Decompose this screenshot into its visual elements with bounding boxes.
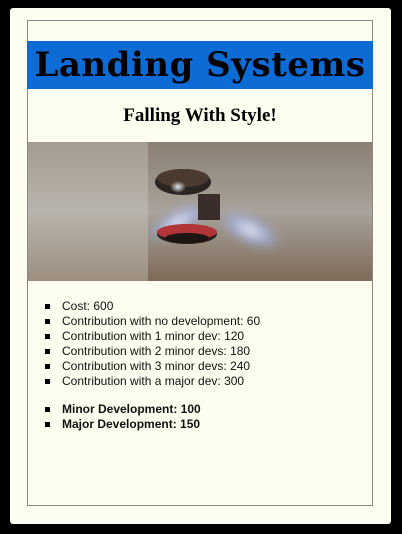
list-item-text: Minor Development: 100 <box>62 402 201 416</box>
bullet-icon <box>45 349 50 354</box>
list-item-text: Contribution with 2 minor devs: 180 <box>62 344 251 358</box>
bullet-icon <box>45 304 50 309</box>
bullet-icon <box>45 334 50 339</box>
list-item-text: Contribution with 3 minor devs: 240 <box>62 359 251 373</box>
list-item-text: Cost: 600 <box>62 299 114 313</box>
development-list: Minor Development: 100 Major Development… <box>42 402 201 432</box>
list-item: Contribution with 2 minor devs: 180 <box>42 344 260 359</box>
list-item-text: Contribution with no development: 60 <box>62 314 261 328</box>
list-item: Contribution with no development: 60 <box>42 314 260 329</box>
ceiling-fan-photo <box>28 142 372 281</box>
bullet-icon <box>45 422 50 427</box>
list-item: Cost: 600 <box>42 299 260 314</box>
stats-list: Cost: 600 Contribution with no developme… <box>42 299 260 389</box>
list-item-text: Major Development: 150 <box>62 417 201 431</box>
bullet-icon <box>45 379 50 384</box>
bullet-icon <box>45 407 50 412</box>
list-item: Contribution with 3 minor devs: 240 <box>42 359 260 374</box>
list-item: Contribution with a major dev: 300 <box>42 374 260 389</box>
list-item: Minor Development: 100 <box>42 402 201 417</box>
card: Landing Systems Falling With Style! Cost… <box>10 8 391 524</box>
list-item: Contribution with 1 minor dev: 120 <box>42 329 260 344</box>
bullet-icon <box>45 364 50 369</box>
list-item: Major Development: 150 <box>42 417 201 432</box>
list-item-text: Contribution with 1 minor dev: 120 <box>62 329 245 343</box>
card-title: Landing Systems <box>34 45 366 85</box>
card-subtitle: Falling With Style! <box>123 105 277 126</box>
title-bar: Landing Systems <box>27 41 373 89</box>
list-item-text: Contribution with a major dev: 300 <box>62 374 245 388</box>
card-frame: Landing Systems Falling With Style! Cost… <box>27 20 373 506</box>
bullet-icon <box>45 319 50 324</box>
